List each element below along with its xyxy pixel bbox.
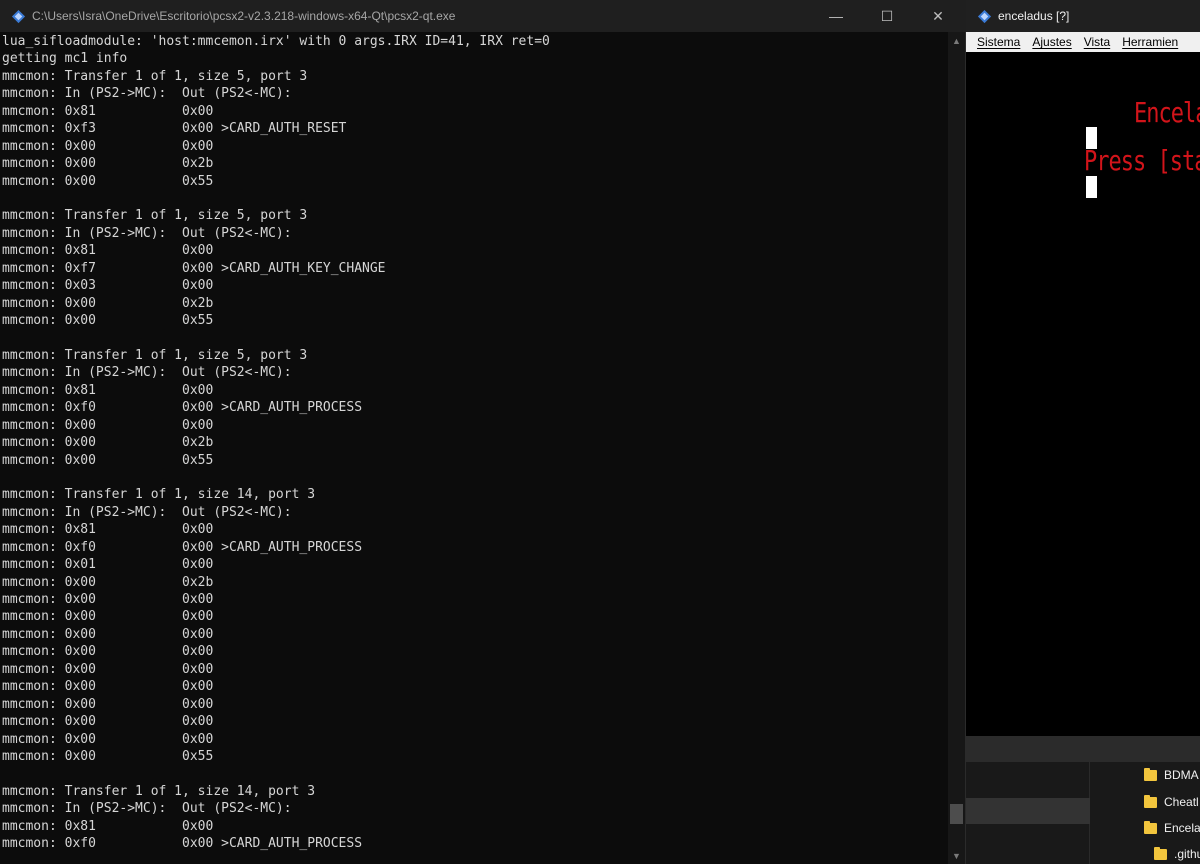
console-line: mmcmon: 0x00 0x00	[2, 626, 214, 642]
console-line: mmcmon: 0x00 0x00	[2, 696, 214, 712]
console-line: mmcmon: 0x81 0x00	[2, 818, 214, 834]
console-line: mmcmon: 0xf3 0x00 >CARD_AUTH_RESET	[2, 121, 347, 137]
console-line: getting mc1 info	[2, 51, 128, 67]
console-line: mmcmon: 0x00 0x00	[2, 644, 214, 660]
folder-item[interactable]: .githu	[1154, 841, 1200, 864]
console-line: mmcmon: 0x00 0x2b	[2, 156, 214, 172]
folder-item[interactable]: Encela	[1144, 815, 1200, 841]
folder-label: Cheatl	[1164, 795, 1199, 809]
folder-icon	[1144, 794, 1157, 808]
console-line: mmcmon: Transfer 1 of 1, size 5, port 3	[2, 208, 308, 224]
console-line: mmcmon: 0x81 0x00	[2, 382, 214, 398]
console-window-title: C:\Users\Isra\OneDrive\Escritorio\pcsx2-…	[32, 9, 456, 23]
scrollbar-thumb[interactable]	[950, 804, 963, 824]
console-line: mmcmon: 0x00 0x55	[2, 452, 214, 468]
explorer-nav-pane	[966, 762, 1090, 864]
folder-icon	[1154, 846, 1167, 860]
console-line: mmcmon: Transfer 1 of 1, size 5, port 3	[2, 347, 308, 363]
emulator-display[interactable]: Encelad Press [start	[966, 52, 1200, 736]
console-line: mmcmon: 0xf0 0x00 >CARD_AUTH_PROCESS	[2, 836, 363, 852]
enceladus-statusbar	[966, 736, 1200, 762]
close-icon: ✕	[932, 7, 944, 24]
scroll-up-arrow-icon[interactable]: ▲	[948, 32, 965, 49]
console-line: mmcmon: 0x00 0x55	[2, 313, 214, 328]
folder-item[interactable]: Cheatl	[1144, 789, 1199, 815]
console-line: mmcmon: 0x81 0x00	[2, 103, 214, 119]
enceladus-menubar: Sistema Ajustes Vista Herramien	[966, 32, 1200, 52]
console-line: mmcmon: 0x00 0x00	[2, 661, 214, 677]
console-window: C:\Users\Isra\OneDrive\Escritorio\pcsx2-…	[0, 0, 966, 864]
console-line: mmcmon: 0xf0 0x00 >CARD_AUTH_PROCESS	[2, 539, 363, 555]
close-button[interactable]: ✕	[915, 0, 961, 32]
enceladus-screen-title: Encelad	[1134, 98, 1200, 130]
menu-ajustes[interactable]: Ajustes	[1032, 35, 1071, 49]
console-line: mmcmon: 0x00 0x00	[2, 592, 214, 607]
console-output[interactable]: lua_sifloadmodule: 'host:mmcemon.irx' wi…	[0, 33, 948, 864]
enceladus-titlebar[interactable]: enceladus [?]	[966, 0, 1200, 32]
console-line: mmcmon: 0x00 0x2b	[2, 435, 214, 451]
pcsx2-app-icon	[976, 8, 992, 24]
pcsx2-app-icon	[10, 8, 26, 24]
nav-selected-item[interactable]	[966, 798, 1090, 824]
folder-item[interactable]: BDMA	[1144, 762, 1199, 788]
console-line: mmcmon: 0x03 0x00	[2, 278, 214, 294]
maximize-button[interactable]: ☐	[864, 0, 910, 32]
minimize-icon: —	[829, 8, 843, 24]
maximize-icon: ☐	[880, 7, 894, 24]
console-lines: lua_sifloadmodule: 'host:mmcemon.irx' wi…	[2, 33, 948, 853]
console-line: mmcmon: 0xf0 0x00 >CARD_AUTH_PROCESS	[2, 400, 363, 416]
enceladus-window-title: enceladus [?]	[998, 9, 1070, 23]
file-explorer-fragment: BDMA Cheatl Encela .githu	[966, 762, 1200, 864]
menu-sistema[interactable]: Sistema	[977, 35, 1020, 49]
console-line: mmcmon: In (PS2->MC): Out (PS2<-MC):	[2, 225, 292, 241]
console-line: lua_sifloadmodule: 'host:mmcemon.irx' wi…	[2, 34, 550, 49]
console-line: mmcmon: In (PS2->MC): Out (PS2<-MC):	[2, 504, 292, 520]
console-line: mmcmon: 0x01 0x00	[2, 557, 214, 573]
console-line: mmcmon: 0x00 0x55	[2, 748, 214, 764]
menu-vista[interactable]: Vista	[1084, 35, 1110, 49]
scroll-down-arrow-icon[interactable]: ▼	[948, 847, 965, 864]
console-line: mmcmon: 0x00 0x00	[2, 609, 214, 625]
console-line: mmcmon: 0x00 0x00	[2, 679, 214, 695]
console-line: mmcmon: 0x00 0x2b	[2, 295, 214, 311]
console-line: mmcmon: In (PS2->MC): Out (PS2<-MC):	[2, 86, 292, 102]
press-start-prompt: Press [start	[1084, 146, 1200, 178]
console-line: mmcmon: Transfer 1 of 1, size 14, port 3	[2, 487, 316, 503]
console-line: mmcmon: In (PS2->MC): Out (PS2<-MC):	[2, 801, 292, 817]
console-line: mmcmon: 0xf7 0x00 >CARD_AUTH_KEY_CHANGE	[2, 260, 386, 276]
folder-icon	[1144, 820, 1157, 834]
console-line: mmcmon: 0x81 0x00	[2, 243, 214, 259]
console-line: mmcmon: Transfer 1 of 1, size 5, port 3	[2, 68, 308, 84]
console-line: mmcmon: 0x00 0x2b	[2, 574, 214, 590]
folder-icon	[1144, 767, 1157, 781]
console-line: mmcmon: 0x00 0x00	[2, 417, 214, 433]
console-line: mmcmon: 0x81 0x00	[2, 522, 214, 538]
console-line: mmcmon: Transfer 1 of 1, size 14, port 3	[2, 783, 316, 799]
console-line: mmcmon: In (PS2->MC): Out (PS2<-MC):	[2, 365, 292, 381]
folder-label: Encela	[1164, 821, 1200, 835]
folder-label: BDMA	[1164, 768, 1199, 782]
enceladus-window: enceladus [?] Sistema Ajustes Vista Herr…	[966, 0, 1200, 864]
minimize-button[interactable]: —	[813, 0, 859, 32]
console-line: mmcmon: 0x00 0x00	[2, 138, 214, 154]
text-cursor-block	[1086, 176, 1097, 198]
console-line: mmcmon: 0x00 0x00	[2, 714, 214, 730]
console-line: mmcmon: 0x00 0x55	[2, 173, 214, 189]
console-line: mmcmon: 0x00 0x00	[2, 731, 214, 747]
console-titlebar[interactable]: C:\Users\Isra\OneDrive\Escritorio\pcsx2-…	[0, 0, 966, 32]
console-scrollbar[interactable]: ▲ ▼	[948, 32, 965, 864]
menu-herramientas[interactable]: Herramien	[1122, 35, 1178, 49]
folder-label: .githu	[1174, 847, 1200, 861]
